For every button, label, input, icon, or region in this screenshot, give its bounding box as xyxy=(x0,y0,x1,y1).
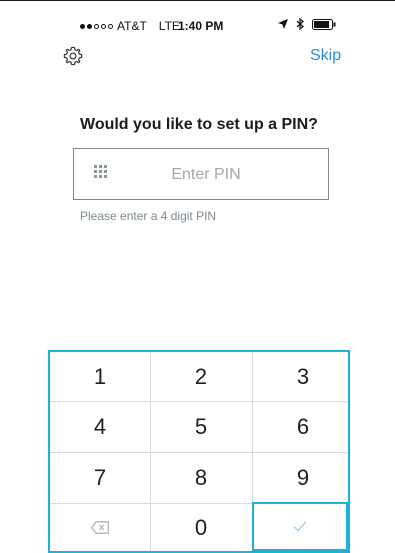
status-right xyxy=(278,18,336,30)
pin-field[interactable] xyxy=(73,148,329,200)
key-6[interactable]: 6 xyxy=(253,402,353,451)
key-0[interactable]: 0 xyxy=(151,504,251,551)
keypad-icon xyxy=(94,165,107,178)
carrier-name: AT&T xyxy=(117,19,147,33)
bluetooth-icon xyxy=(296,18,304,30)
skip-button[interactable]: Skip xyxy=(310,47,341,65)
numeric-keypad: 1 2 3 4 5 6 7 8 9 0 xyxy=(48,350,350,553)
page-title: Would you like to set up a PIN? xyxy=(80,116,318,133)
status-bar: AT&T LTE 1:40 PM xyxy=(0,16,395,36)
key-7[interactable]: 7 xyxy=(50,453,150,502)
key-8[interactable]: 8 xyxy=(151,453,251,502)
confirm-button[interactable] xyxy=(252,502,348,551)
pin-input[interactable] xyxy=(134,149,278,200)
network-type: LTE xyxy=(158,19,180,33)
key-4[interactable]: 4 xyxy=(50,402,150,451)
status-time: 1:40 PM xyxy=(178,19,224,33)
battery-icon xyxy=(312,18,336,30)
key-3[interactable]: 3 xyxy=(253,352,353,401)
key-2[interactable]: 2 xyxy=(151,352,251,401)
signal-strength-icon xyxy=(80,23,113,29)
checkmark-icon xyxy=(293,521,307,532)
key-1[interactable]: 1 xyxy=(50,352,150,401)
status-left: AT&T LTE xyxy=(80,19,180,33)
key-9[interactable]: 9 xyxy=(253,453,353,502)
gear-icon[interactable] xyxy=(62,45,84,67)
key-5[interactable]: 5 xyxy=(151,402,251,451)
delete-button[interactable] xyxy=(50,504,150,551)
location-arrow-icon xyxy=(278,19,288,29)
top-divider xyxy=(0,0,395,1)
backspace-icon xyxy=(91,521,109,534)
pin-hint: Please enter a 4 digit PIN xyxy=(80,209,217,223)
